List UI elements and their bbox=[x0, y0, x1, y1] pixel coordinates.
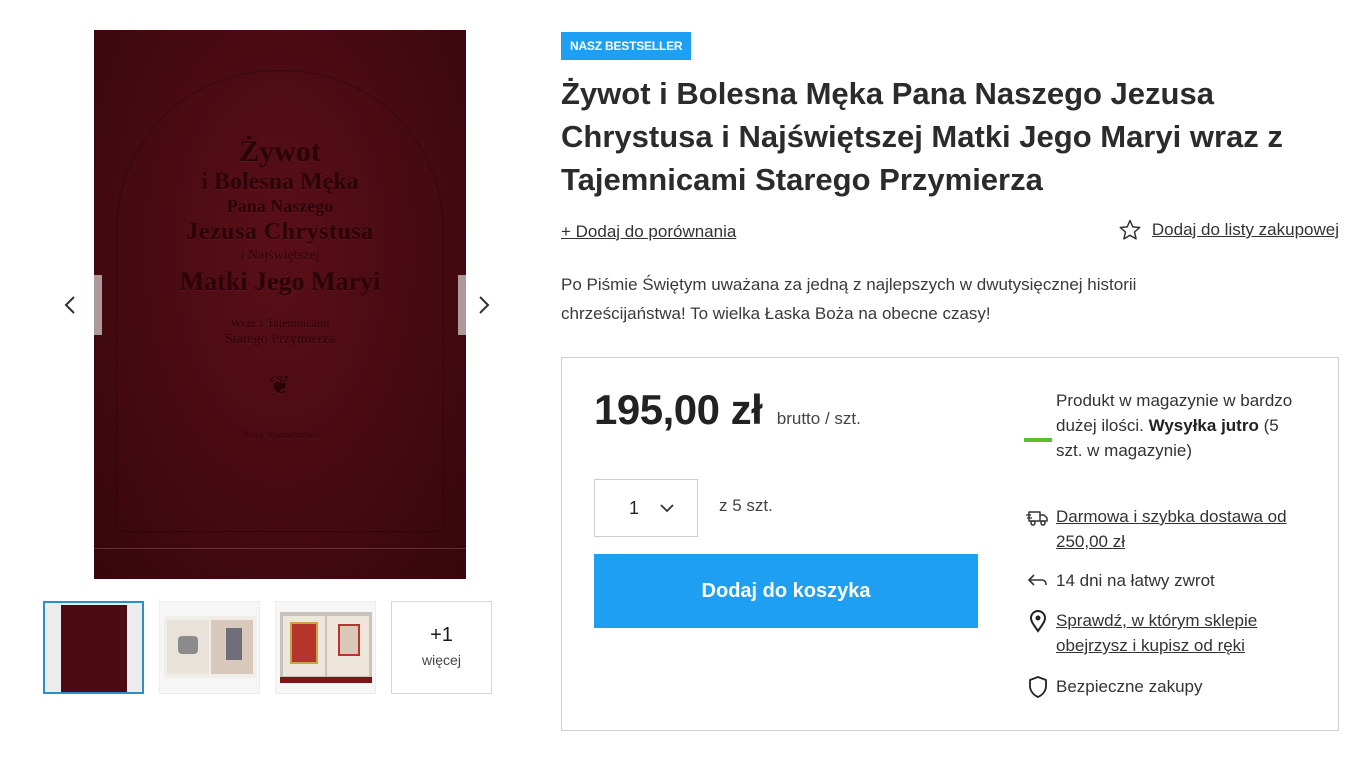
quantity-select[interactable]: 1 bbox=[594, 479, 698, 537]
price-value: 195,00 zł bbox=[594, 386, 763, 433]
stock-quantity-text: z 5 szt. bbox=[719, 496, 773, 515]
purchase-box: 195,00 zł brutto / szt. 1 z 5 szt. Dodaj… bbox=[561, 357, 1339, 731]
cover-line: Pana Naszego bbox=[226, 196, 334, 216]
thumbnail-open-book[interactable] bbox=[159, 601, 260, 694]
more-images-label: więcej bbox=[422, 652, 461, 668]
thumbnail-open-book-image bbox=[164, 616, 256, 678]
returns-text: 14 dni na łatwy zwrot bbox=[1056, 571, 1215, 590]
add-to-shopping-list-link[interactable]: Dodaj do listy zakupowej bbox=[1118, 218, 1339, 242]
cover-line: Matki Jego Maryi bbox=[179, 267, 381, 296]
book-cover-edge bbox=[280, 677, 372, 683]
chevron-right-icon bbox=[479, 296, 490, 314]
star-icon bbox=[1119, 219, 1141, 240]
more-images-count: +1 bbox=[430, 624, 453, 646]
free-delivery-link[interactable]: Darmowa i szybka dostawa od 250,00 zł bbox=[1056, 504, 1306, 554]
more-images-button[interactable]: +1 więcej bbox=[391, 601, 492, 694]
safe-shopping-text: Bezpieczne zakupy bbox=[1056, 677, 1203, 696]
bestseller-badge: NASZ BESTSELLER bbox=[561, 32, 692, 60]
stock-status: Produkt w magazynie w bardzo dużej ilośc… bbox=[1020, 388, 1306, 463]
cover-line: Wraz z Tajemnicami bbox=[230, 316, 330, 330]
cover-line: Starego Przymierza bbox=[224, 332, 335, 347]
add-to-compare-link[interactable]: + Dodaj do porównania bbox=[561, 222, 736, 242]
book-illustration bbox=[178, 636, 198, 654]
shield-icon bbox=[1029, 676, 1047, 698]
book-illustration bbox=[290, 622, 318, 664]
stock-status-text: Produkt w magazynie w bardzo dużej ilośc… bbox=[1056, 388, 1306, 463]
cover-line: Jezusa Chrystusa bbox=[186, 219, 374, 245]
store-availability-row: Sprawdź, w którym sklepie obejrzysz i ku… bbox=[1020, 608, 1306, 658]
stock-indicator-icon bbox=[1024, 438, 1052, 442]
cover-divider bbox=[94, 548, 466, 549]
shopping-list-label: Dodaj do listy zakupowej bbox=[1151, 220, 1339, 239]
product-title: Żywot i Bolesna Męka Pana Naszego Jezusa… bbox=[561, 76, 1283, 197]
main-product-image[interactable]: Żywot i Bolesna Męka Pana Naszego Jezusa… bbox=[94, 30, 466, 579]
delivery-truck-icon bbox=[1026, 511, 1048, 526]
product-gallery: Żywot i Bolesna Męka Pana Naszego Jezusa… bbox=[40, 30, 510, 710]
price-block: 195,00 zł brutto / szt. bbox=[594, 386, 861, 434]
book-cover-text: Żywot i Bolesna Męka Pana Naszego Jezusa… bbox=[94, 135, 466, 441]
cover-line: i Bolesna Męka bbox=[201, 169, 359, 195]
free-delivery-row: Darmowa i szybka dostawa od 250,00 zł bbox=[1020, 504, 1306, 554]
cover-ornament-icon: ❦ bbox=[269, 371, 291, 400]
price-unit: brutto / szt. bbox=[776, 409, 861, 428]
chevron-down-icon bbox=[660, 504, 674, 513]
shipping-tomorrow: Wysyłka jutro bbox=[1148, 416, 1259, 435]
thumbnail-cover-image bbox=[61, 605, 127, 692]
thumbnail-illustrated-image bbox=[280, 612, 372, 682]
prev-image-button[interactable] bbox=[40, 275, 100, 335]
cover-publisher: Nowy Wydawnictwo bbox=[241, 430, 319, 440]
quantity-value: 1 bbox=[629, 497, 640, 518]
store-check-link[interactable]: Sprawdź, w którym sklepie obejrzysz i ku… bbox=[1056, 608, 1306, 658]
book-illustration bbox=[226, 628, 242, 660]
thumbnail-cover[interactable] bbox=[43, 601, 144, 694]
thumbnail-strip: +1 więcej bbox=[40, 601, 500, 696]
product-description: Po Piśmie Świętym uważana za jedną z naj… bbox=[561, 275, 1137, 323]
book-illustration bbox=[338, 624, 360, 656]
location-pin-icon bbox=[1029, 610, 1047, 633]
next-image-button[interactable] bbox=[454, 275, 514, 335]
return-arrow-icon bbox=[1028, 574, 1047, 586]
cover-line: Żywot bbox=[239, 135, 321, 168]
thumbnail-illustrated-pages[interactable] bbox=[275, 601, 376, 694]
safe-shopping-row: Bezpieczne zakupy bbox=[1020, 674, 1306, 700]
add-to-cart-button[interactable]: Dodaj do koszyka bbox=[594, 554, 978, 628]
cover-line: i Najświętszej bbox=[240, 248, 320, 263]
chevron-left-icon bbox=[64, 296, 75, 314]
returns-row: 14 dni na łatwy zwrot bbox=[1020, 568, 1306, 594]
